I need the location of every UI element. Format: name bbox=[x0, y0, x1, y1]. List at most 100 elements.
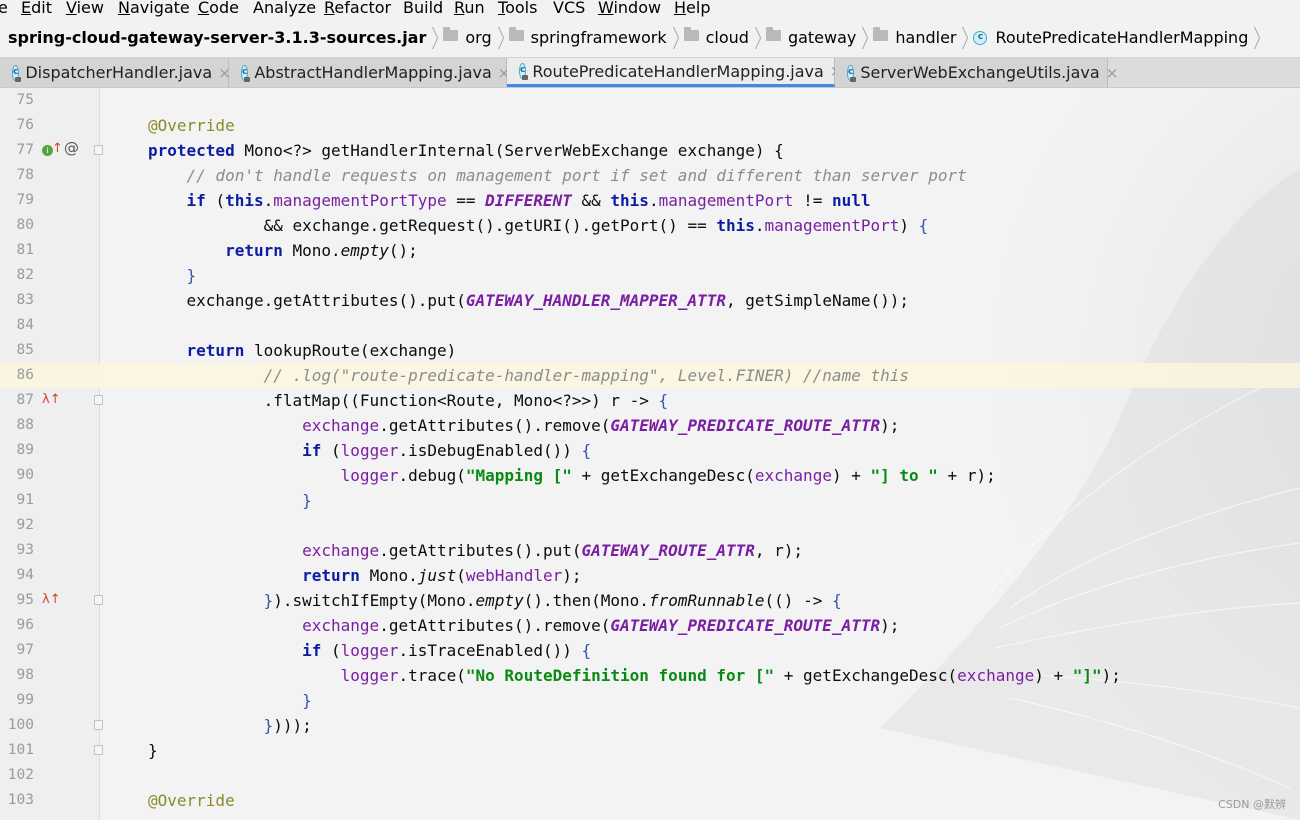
code-line[interactable]: 91 } bbox=[0, 488, 1300, 513]
code-token: && exchange.getRequest().getURI().getPor… bbox=[148, 216, 717, 235]
menu-item-run[interactable]: Run bbox=[454, 0, 485, 18]
code-line[interactable]: 80 && exchange.getRequest().getURI().get… bbox=[0, 213, 1300, 238]
code-line[interactable]: 94 return Mono.just(webHandler); bbox=[0, 563, 1300, 588]
fold-marker-icon[interactable] bbox=[94, 145, 103, 155]
menu-item-tools[interactable]: Tools bbox=[498, 0, 537, 18]
code-text: if (this.managementPortType == DIFFERENT… bbox=[148, 188, 871, 213]
breadcrumb-item-org[interactable]: org bbox=[443, 27, 492, 47]
menu-item-navigate[interactable]: Navigate bbox=[118, 0, 190, 18]
fold-marker-icon[interactable] bbox=[94, 595, 103, 605]
tab-label: RoutePredicateHandlerMapping.java bbox=[532, 61, 824, 81]
code-token: exchange.getAttributes().put( bbox=[148, 291, 466, 310]
menu-item-code[interactable]: Code bbox=[198, 0, 239, 18]
code-line[interactable]: 101} bbox=[0, 738, 1300, 763]
tab-label: AbstractHandlerMapping.java bbox=[254, 63, 492, 82]
breadcrumb-item-gateway[interactable]: gateway bbox=[765, 27, 856, 47]
fold-marker-icon[interactable] bbox=[94, 395, 103, 405]
fold-marker-icon[interactable] bbox=[94, 720, 103, 730]
code-line[interactable]: 102 bbox=[0, 763, 1300, 788]
code-line[interactable]: 89 if (logger.isDebugEnabled()) { bbox=[0, 438, 1300, 463]
menu-item-view[interactable]: View bbox=[66, 0, 104, 18]
menu-item-e[interactable]: e bbox=[0, 0, 8, 18]
code-line[interactable]: 97 if (logger.isTraceEnabled()) { bbox=[0, 638, 1300, 663]
code-line[interactable]: 75 bbox=[0, 88, 1300, 113]
menu-item-edit[interactable]: Edit bbox=[21, 0, 52, 18]
breadcrumb-separator-icon bbox=[1251, 27, 1259, 49]
breadcrumb-item-handler[interactable]: handler bbox=[873, 27, 956, 47]
code-token: , r); bbox=[754, 541, 804, 560]
code-token: webHandler bbox=[465, 566, 563, 585]
code-line[interactable]: 85 return lookupRoute(exchange) bbox=[0, 338, 1300, 363]
code-line[interactable]: 78 // don't handle requests on managemen… bbox=[0, 163, 1300, 188]
annotation-icon[interactable]: @ bbox=[64, 141, 79, 156]
menu-item-vcs[interactable]: VCS bbox=[553, 0, 585, 18]
code-line[interactable]: 83 exchange.getAttributes().put(GATEWAY_… bbox=[0, 288, 1300, 313]
menu-item-analyze[interactable]: Analyze bbox=[253, 0, 316, 18]
fold-marker-icon[interactable] bbox=[94, 745, 103, 755]
code-token: managementPort bbox=[658, 191, 794, 210]
code-token: exchange bbox=[302, 616, 380, 635]
code-line[interactable]: 79 if (this.managementPortType == DIFFER… bbox=[0, 188, 1300, 213]
code-text: } bbox=[148, 263, 197, 288]
code-text: }).switchIfEmpty(Mono.empty().then(Mono.… bbox=[148, 588, 842, 613]
code-token: (); bbox=[388, 241, 418, 260]
code-text: exchange.getAttributes().put(GATEWAY_HAN… bbox=[148, 288, 909, 313]
code-line[interactable]: 100 }))); bbox=[0, 713, 1300, 738]
code-token: "No RouteDefinition found for [" bbox=[465, 666, 775, 685]
breadcrumb-item-springframework[interactable]: springframework bbox=[508, 27, 667, 47]
line-number: 80 bbox=[16, 217, 34, 233]
code-text: if (logger.isDebugEnabled()) { bbox=[148, 438, 591, 463]
code-line[interactable]: 90 logger.debug("Mapping [" + getExchang… bbox=[0, 463, 1300, 488]
tab-routepredicatehandlermapping[interactable]: cRoutePredicateHandlerMapping.java× bbox=[507, 58, 842, 87]
code-line[interactable]: 84 bbox=[0, 313, 1300, 338]
breadcrumb-item-cloud[interactable]: cloud bbox=[683, 27, 749, 47]
lambda-icon[interactable]: λ↑ bbox=[42, 392, 61, 407]
code-line[interactable]: 87 λ↑ .flatMap((Function<Route, Mono<?>>)… bbox=[0, 388, 1300, 413]
lambda-icon[interactable]: λ↑ bbox=[42, 592, 61, 607]
code-line[interactable]: 77 i ↑ @ protected Mono<?> getHandlerInterna… bbox=[0, 138, 1300, 163]
breadcrumb-separator-icon bbox=[752, 27, 760, 49]
menu-item-build[interactable]: Build bbox=[403, 0, 443, 18]
line-number: 92 bbox=[16, 517, 34, 533]
code-line[interactable]: 99 } bbox=[0, 688, 1300, 713]
code-line[interactable]: 96 exchange.getAttributes().remove(GATEW… bbox=[0, 613, 1300, 638]
code-line[interactable]: 86 // .log("route-predicate-handler-mapp… bbox=[0, 363, 1300, 388]
tab-serverwebexchangeutils[interactable]: c ServerWebExchangeUtils.java × bbox=[835, 58, 1118, 87]
code-line[interactable]: 98 logger.trace("No RouteDefinition foun… bbox=[0, 663, 1300, 688]
overrides-method-icon[interactable]: ↑ bbox=[52, 141, 63, 156]
code-token: logger bbox=[340, 641, 399, 660]
code-line[interactable]: 88 exchange.getAttributes().remove(GATEW… bbox=[0, 413, 1300, 438]
code-line[interactable]: 93 exchange.getAttributes().put(GATEWAY_… bbox=[0, 538, 1300, 563]
menu-item-window[interactable]: Window bbox=[598, 0, 661, 18]
code-token: null bbox=[831, 191, 871, 210]
code-token: ) + bbox=[1034, 666, 1073, 685]
code-line[interactable]: 95 λ↑ }).switchIfEmpty(Mono.empty().then(… bbox=[0, 588, 1300, 613]
code-text: exchange.getAttributes().put(GATEWAY_ROU… bbox=[148, 538, 803, 563]
code-line[interactable]: 82 } bbox=[0, 263, 1300, 288]
breadcrumb-separator-icon bbox=[429, 27, 437, 49]
code-editor[interactable]: 75 76 @Override 77 i ↑ @ protected Mono<?> getH… bbox=[0, 88, 1300, 820]
code-token: this bbox=[716, 216, 755, 235]
menu-label: avigate bbox=[129, 0, 190, 17]
menu-item-refactor[interactable]: Refactor bbox=[324, 0, 391, 18]
code-line[interactable]: 103 @Override bbox=[0, 788, 1300, 813]
code-token: GATEWAY_PREDICATE_ROUTE_ATTR bbox=[610, 416, 881, 435]
code-line[interactable]: 81 return Mono.empty(); bbox=[0, 238, 1300, 263]
tab-dispatcherhandler[interactable]: c DispatcherHandler.java × bbox=[0, 58, 231, 87]
code-text: return Mono.empty(); bbox=[148, 238, 418, 263]
code-token: logger bbox=[340, 441, 399, 460]
code-line[interactable]: 92 bbox=[0, 513, 1300, 538]
breadcrumb-item-class[interactable]: c RoutePredicateHandlerMapping bbox=[973, 28, 1248, 47]
menu-item-help[interactable]: Help bbox=[674, 0, 710, 18]
code-token: . bbox=[648, 191, 659, 210]
breadcrumb-root-jar[interactable]: spring-cloud-gateway-server-3.1.3-source… bbox=[8, 28, 426, 47]
close-icon[interactable]: × bbox=[1106, 64, 1119, 82]
code-text: logger.debug("Mapping [" + getExchangeDe… bbox=[148, 463, 996, 488]
tab-abstracthandlermapping[interactable]: c AbstractHandlerMapping.java × bbox=[229, 58, 510, 87]
code-line[interactable]: 76 @Override bbox=[0, 113, 1300, 138]
